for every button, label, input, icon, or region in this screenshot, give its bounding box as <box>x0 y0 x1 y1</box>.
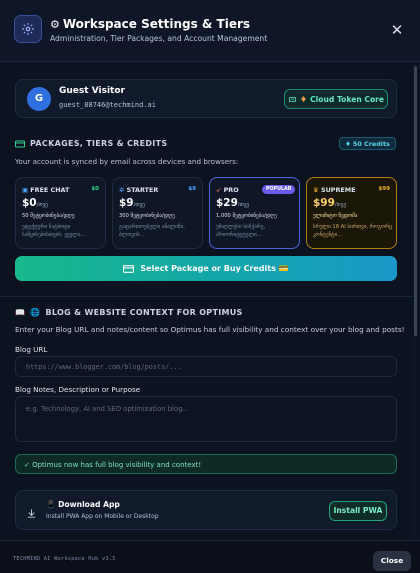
modal-header: ⚙ Workspace Settings & Tiers Administrati… <box>0 0 420 62</box>
user-card: G Guest Visitor guest_88746@techmind.ai … <box>15 79 397 118</box>
credits-badge: ♦ 50 Credits <box>339 137 396 150</box>
download-icon <box>26 504 37 523</box>
tier-description: გაფართოებული ანალიზი, ბლოგის... <box>119 224 185 238</box>
success-message: ✓ Optimus now has full blog visibility a… <box>15 454 397 474</box>
tier-tag: $9 <box>188 186 196 192</box>
tier-price: $9/თვე <box>119 197 145 209</box>
tier-price: $0/თვე <box>22 197 48 209</box>
tier-card-starter[interactable]: ✲ STARTER $9 $9/თვე 300 შეტყობინება/დღე … <box>112 177 203 249</box>
tier-price: $99/თვე <box>313 197 347 209</box>
tier-description: სრული 18 AI ბირთვი, როგორც კონტენტი... <box>313 224 393 238</box>
tier-limit: ულიმიტო წვდომა <box>313 213 358 219</box>
tier-name: ✲ STARTER <box>119 186 159 194</box>
gear-small-icon: ✲ <box>119 186 125 194</box>
modal-footer: TECHMIND AI Workspace Hub v3.5 Close <box>0 540 420 573</box>
select-package-button[interactable]: Select Package or Buy Credits 💳 <box>15 256 397 281</box>
tier-name: ♛ SUPREME <box>313 186 356 194</box>
avatar: G <box>27 87 51 111</box>
blog-intro: Enter your Blog URL and notes/content so… <box>15 325 405 334</box>
page-subtitle: Administration, Tier Packages, and Accou… <box>50 34 268 43</box>
rocket-icon: ➶ <box>216 186 222 194</box>
section-divider <box>0 296 413 297</box>
settings-modal: ⚙ Workspace Settings & Tiers Administrati… <box>0 0 420 573</box>
packages-heading: PACKAGES, TIERS & CREDITS <box>15 139 167 148</box>
app-title: 📱 Download App <box>46 500 120 509</box>
blog-notes-textarea[interactable]: e.g. Technology, AI and SEO optimization… <box>15 396 397 442</box>
tier-description: უმაღლესი სიჩქარე, პრიორიტეტული... <box>216 224 266 238</box>
tier-name: ➶ PRO <box>216 186 239 194</box>
tier-card-free[interactable]: ▣ FREE CHAT $0 $0/თვე 50 შეტყობინება/დღე… <box>15 177 106 249</box>
tier-limit: 300 შეტყობინება/დღე <box>119 213 175 219</box>
credit-card-icon <box>15 140 25 147</box>
blog-heading: 📖 🌐 BLOG & WEBSITE CONTEXT FOR OPTIMUS <box>15 308 243 317</box>
cloud-icon <box>289 96 296 102</box>
user-email: guest_88746@techmind.ai <box>59 101 156 109</box>
globe-icon: 🌐 <box>30 308 41 317</box>
gear-icon <box>14 15 42 43</box>
card-icon <box>123 264 135 273</box>
page-title: ⚙ Workspace Settings & Tiers <box>50 17 251 31</box>
scrollbar-thumb[interactable] <box>414 66 417 336</box>
popular-badge: POPULAR <box>262 185 296 194</box>
tier-name: ▣ FREE CHAT <box>22 186 70 194</box>
tier-limit: 1,000 შეტყობინება/დღე <box>216 213 277 219</box>
tier-description: ეფექტური ჩატბოტი საწყისებისთვის, ყველა..… <box>22 224 86 238</box>
user-name: Guest Visitor <box>59 86 125 96</box>
tier-price: $29/თვე <box>216 197 250 209</box>
blog-url-label: Blog URL <box>15 345 48 354</box>
close-icon[interactable]: ✕ <box>388 21 406 39</box>
tier-tag: $0 <box>91 186 99 192</box>
tier-limit: 50 შეტყობინება/დღე <box>22 213 75 219</box>
gear-emoji-icon: ⚙ <box>50 18 60 31</box>
gem-icon: ♦ <box>345 139 351 148</box>
app-subtitle: Install PWA App on Mobile or Desktop <box>46 513 159 520</box>
version-text: TECHMIND AI Workspace Hub v3.5 <box>13 556 116 562</box>
blog-url-input[interactable]: https://www.blogger.com/blog/posts/... <box>15 356 397 377</box>
install-pwa-button[interactable]: Install PWA <box>329 501 387 521</box>
crown-icon: ♛ <box>313 186 319 194</box>
tier-card-pro[interactable]: ➶ PRO POPULAR $29/თვე 1,000 შეტყობინება/… <box>209 177 300 249</box>
chat-icon: ▣ <box>22 186 29 194</box>
tier-tag: $99 <box>378 186 390 192</box>
download-app-card: 📱 Download App Install PWA App on Mobile… <box>15 490 397 530</box>
cloud-token-button[interactable]: ♦ Cloud Token Core <box>284 89 388 109</box>
blog-notes-label: Blog Notes, Description or Purpose <box>15 385 141 394</box>
close-button[interactable]: Close <box>373 551 411 571</box>
bolt-icon: ♦ <box>299 94 308 104</box>
sync-text: Your account is synced by email across d… <box>15 157 239 166</box>
phone-icon: 📱 <box>46 500 56 509</box>
book-icon: 📖 <box>15 308 26 317</box>
tier-card-supreme[interactable]: ♛ SUPREME $99 $99/თვე ულიმიტო წვდომა სრუ… <box>306 177 397 249</box>
